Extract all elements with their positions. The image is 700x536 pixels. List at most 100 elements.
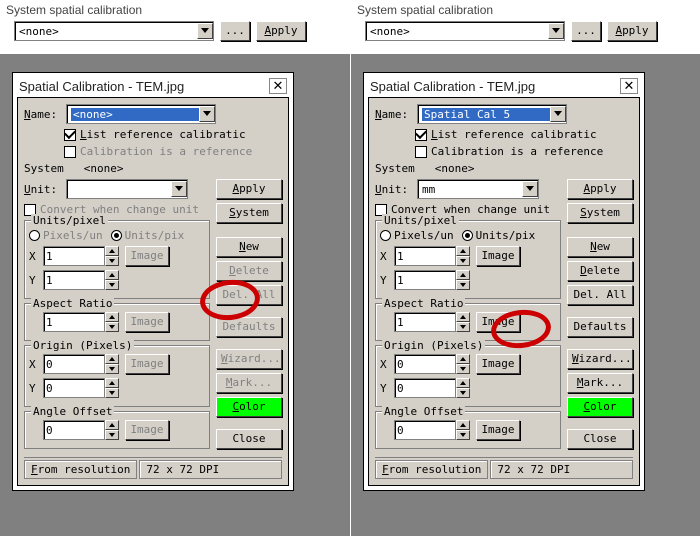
color-button[interactable]: Color (567, 397, 633, 417)
dpi-cell: 72 x 72 DPI (490, 460, 633, 479)
side-button-column: Apply System New Delete Del. All Default… (567, 179, 633, 453)
units-per-pixel-radio (111, 230, 122, 241)
color-button[interactable]: Color (216, 397, 282, 417)
unit-dropdown[interactable]: mm (417, 179, 539, 199)
apply-system-button[interactable]: Apply (256, 21, 306, 41)
wizard-button: Wizard... (216, 349, 282, 369)
unit-dropdown[interactable] (66, 179, 188, 199)
list-reference-label: List reference calibratic (431, 128, 597, 141)
units-per-pixel-group: Units/pixel Pixels/un Units/pix X (24, 220, 210, 299)
calibration-reference-label: Calibration is a reference (80, 145, 252, 158)
apply-button[interactable]: Apply (216, 179, 282, 199)
system-value: <none> (435, 162, 475, 175)
image-origin-button: Image (125, 354, 169, 374)
system-calibration-bar: System spatial calibration <none> ... Ap… (351, 0, 700, 54)
close-icon[interactable]: ✕ (620, 78, 638, 94)
image-angle-button: Image (125, 420, 169, 440)
system-calibration-title: System spatial calibration (6, 2, 344, 21)
name-dropdown[interactable]: Spatial Cal 5 (417, 104, 567, 124)
name-label: Name: (375, 108, 417, 121)
chevron-down-icon (550, 106, 566, 122)
new-button[interactable]: New (567, 237, 633, 257)
apply-system-button[interactable]: Apply (607, 21, 657, 41)
chevron-down-icon (548, 23, 564, 39)
system-button[interactable]: System (567, 203, 633, 223)
unit-label: Unit: (24, 183, 66, 196)
image-angle-button[interactable]: Image (476, 420, 520, 440)
system-label: System (24, 162, 64, 175)
origin-group: Origin (Pixels) X Image Y (375, 345, 561, 407)
delete-button[interactable]: Delete (567, 261, 633, 281)
dialog-title: Spatial Calibration - TEM.jpg (370, 79, 535, 94)
system-calibration-bar: System spatial calibration <none> ... Ap… (0, 0, 350, 54)
spatial-calibration-dialog: Spatial Calibration - TEM.jpg ✕ Name: Sp… (363, 72, 645, 491)
left-pane: System spatial calibration <none> ... Ap… (0, 0, 350, 536)
new-button[interactable]: New (216, 237, 282, 257)
aspect-input[interactable] (394, 312, 470, 332)
system-label: System (375, 162, 415, 175)
x-units-input[interactable] (43, 246, 119, 266)
y-units-input[interactable] (43, 270, 119, 290)
angle-offset-group: Angle Offset Image (24, 411, 210, 449)
angle-input[interactable] (43, 420, 119, 440)
aspect-ratio-group: Aspect Ratio Image (24, 303, 210, 341)
pixels-per-unit-radio[interactable] (380, 230, 391, 241)
delete-all-button[interactable]: Del. All (567, 285, 633, 305)
chevron-down-icon (522, 181, 538, 197)
image-xy-button[interactable]: Image (476, 246, 520, 266)
chevron-down-icon (197, 23, 213, 39)
origin-y-input[interactable] (394, 378, 470, 398)
chevron-down-icon (199, 106, 215, 122)
angle-offset-group: Angle Offset Image (375, 411, 561, 449)
angle-input[interactable] (394, 420, 470, 440)
mark-button: Mark... (216, 373, 282, 393)
origin-x-input[interactable] (394, 354, 470, 374)
close-button[interactable]: Close (216, 429, 282, 449)
delete-button: Delete (216, 261, 282, 281)
list-reference-checkbox[interactable] (415, 129, 427, 141)
unit-label: Unit: (375, 183, 417, 196)
origin-y-input[interactable] (43, 378, 119, 398)
side-button-column: Apply System New Delete Del. All Default… (216, 179, 282, 453)
units-per-pixel-group: Units/pixel Pixels/un Units/pix X (375, 220, 561, 299)
calibration-reference-label: Calibration is a reference (431, 145, 603, 158)
pixels-per-unit-radio (29, 230, 40, 241)
x-units-input[interactable] (394, 246, 470, 266)
system-calibration-dropdown[interactable]: <none> (14, 21, 214, 41)
system-calibration-dropdown[interactable]: <none> (365, 21, 565, 41)
origin-x-input[interactable] (43, 354, 119, 374)
aspect-ratio-group: Aspect Ratio Image (375, 303, 561, 341)
units-per-pixel-radio[interactable] (462, 230, 473, 241)
defaults-button: Defaults (216, 317, 282, 337)
image-aspect-button[interactable]: Image (476, 312, 520, 332)
image-origin-button[interactable]: Image (476, 354, 520, 374)
calibration-reference-checkbox[interactable] (415, 146, 427, 158)
system-value: <none> (84, 162, 124, 175)
calibration-reference-checkbox (64, 146, 76, 158)
from-resolution-cell: From resolution (24, 460, 137, 479)
aspect-input[interactable] (43, 312, 119, 332)
image-aspect-button: Image (125, 312, 169, 332)
name-dropdown[interactable]: <none> (66, 104, 216, 124)
dialog-title: Spatial Calibration - TEM.jpg (19, 79, 184, 94)
from-resolution-cell: From resolution (375, 460, 488, 479)
chevron-down-icon (171, 181, 187, 197)
dpi-cell: 72 x 72 DPI (139, 460, 282, 479)
name-label: Name: (24, 108, 66, 121)
list-reference-label: List reference calibratic (80, 128, 246, 141)
apply-button[interactable]: Apply (567, 179, 633, 199)
list-reference-checkbox[interactable] (64, 129, 76, 141)
defaults-button[interactable]: Defaults (567, 317, 633, 337)
ellipsis-button[interactable]: ... (571, 21, 601, 41)
mark-button[interactable]: Mark... (567, 373, 633, 393)
close-icon[interactable]: ✕ (269, 78, 287, 94)
origin-group: Origin (Pixels) X Image Y (24, 345, 210, 407)
ellipsis-button[interactable]: ... (220, 21, 250, 41)
image-xy-button: Image (125, 246, 169, 266)
wizard-button[interactable]: Wizard... (567, 349, 633, 369)
spatial-calibration-dialog: Spatial Calibration - TEM.jpg ✕ Name: <n… (12, 72, 294, 491)
system-button[interactable]: System (216, 203, 282, 223)
system-calibration-title: System spatial calibration (357, 2, 694, 21)
close-button[interactable]: Close (567, 429, 633, 449)
y-units-input[interactable] (394, 270, 470, 290)
